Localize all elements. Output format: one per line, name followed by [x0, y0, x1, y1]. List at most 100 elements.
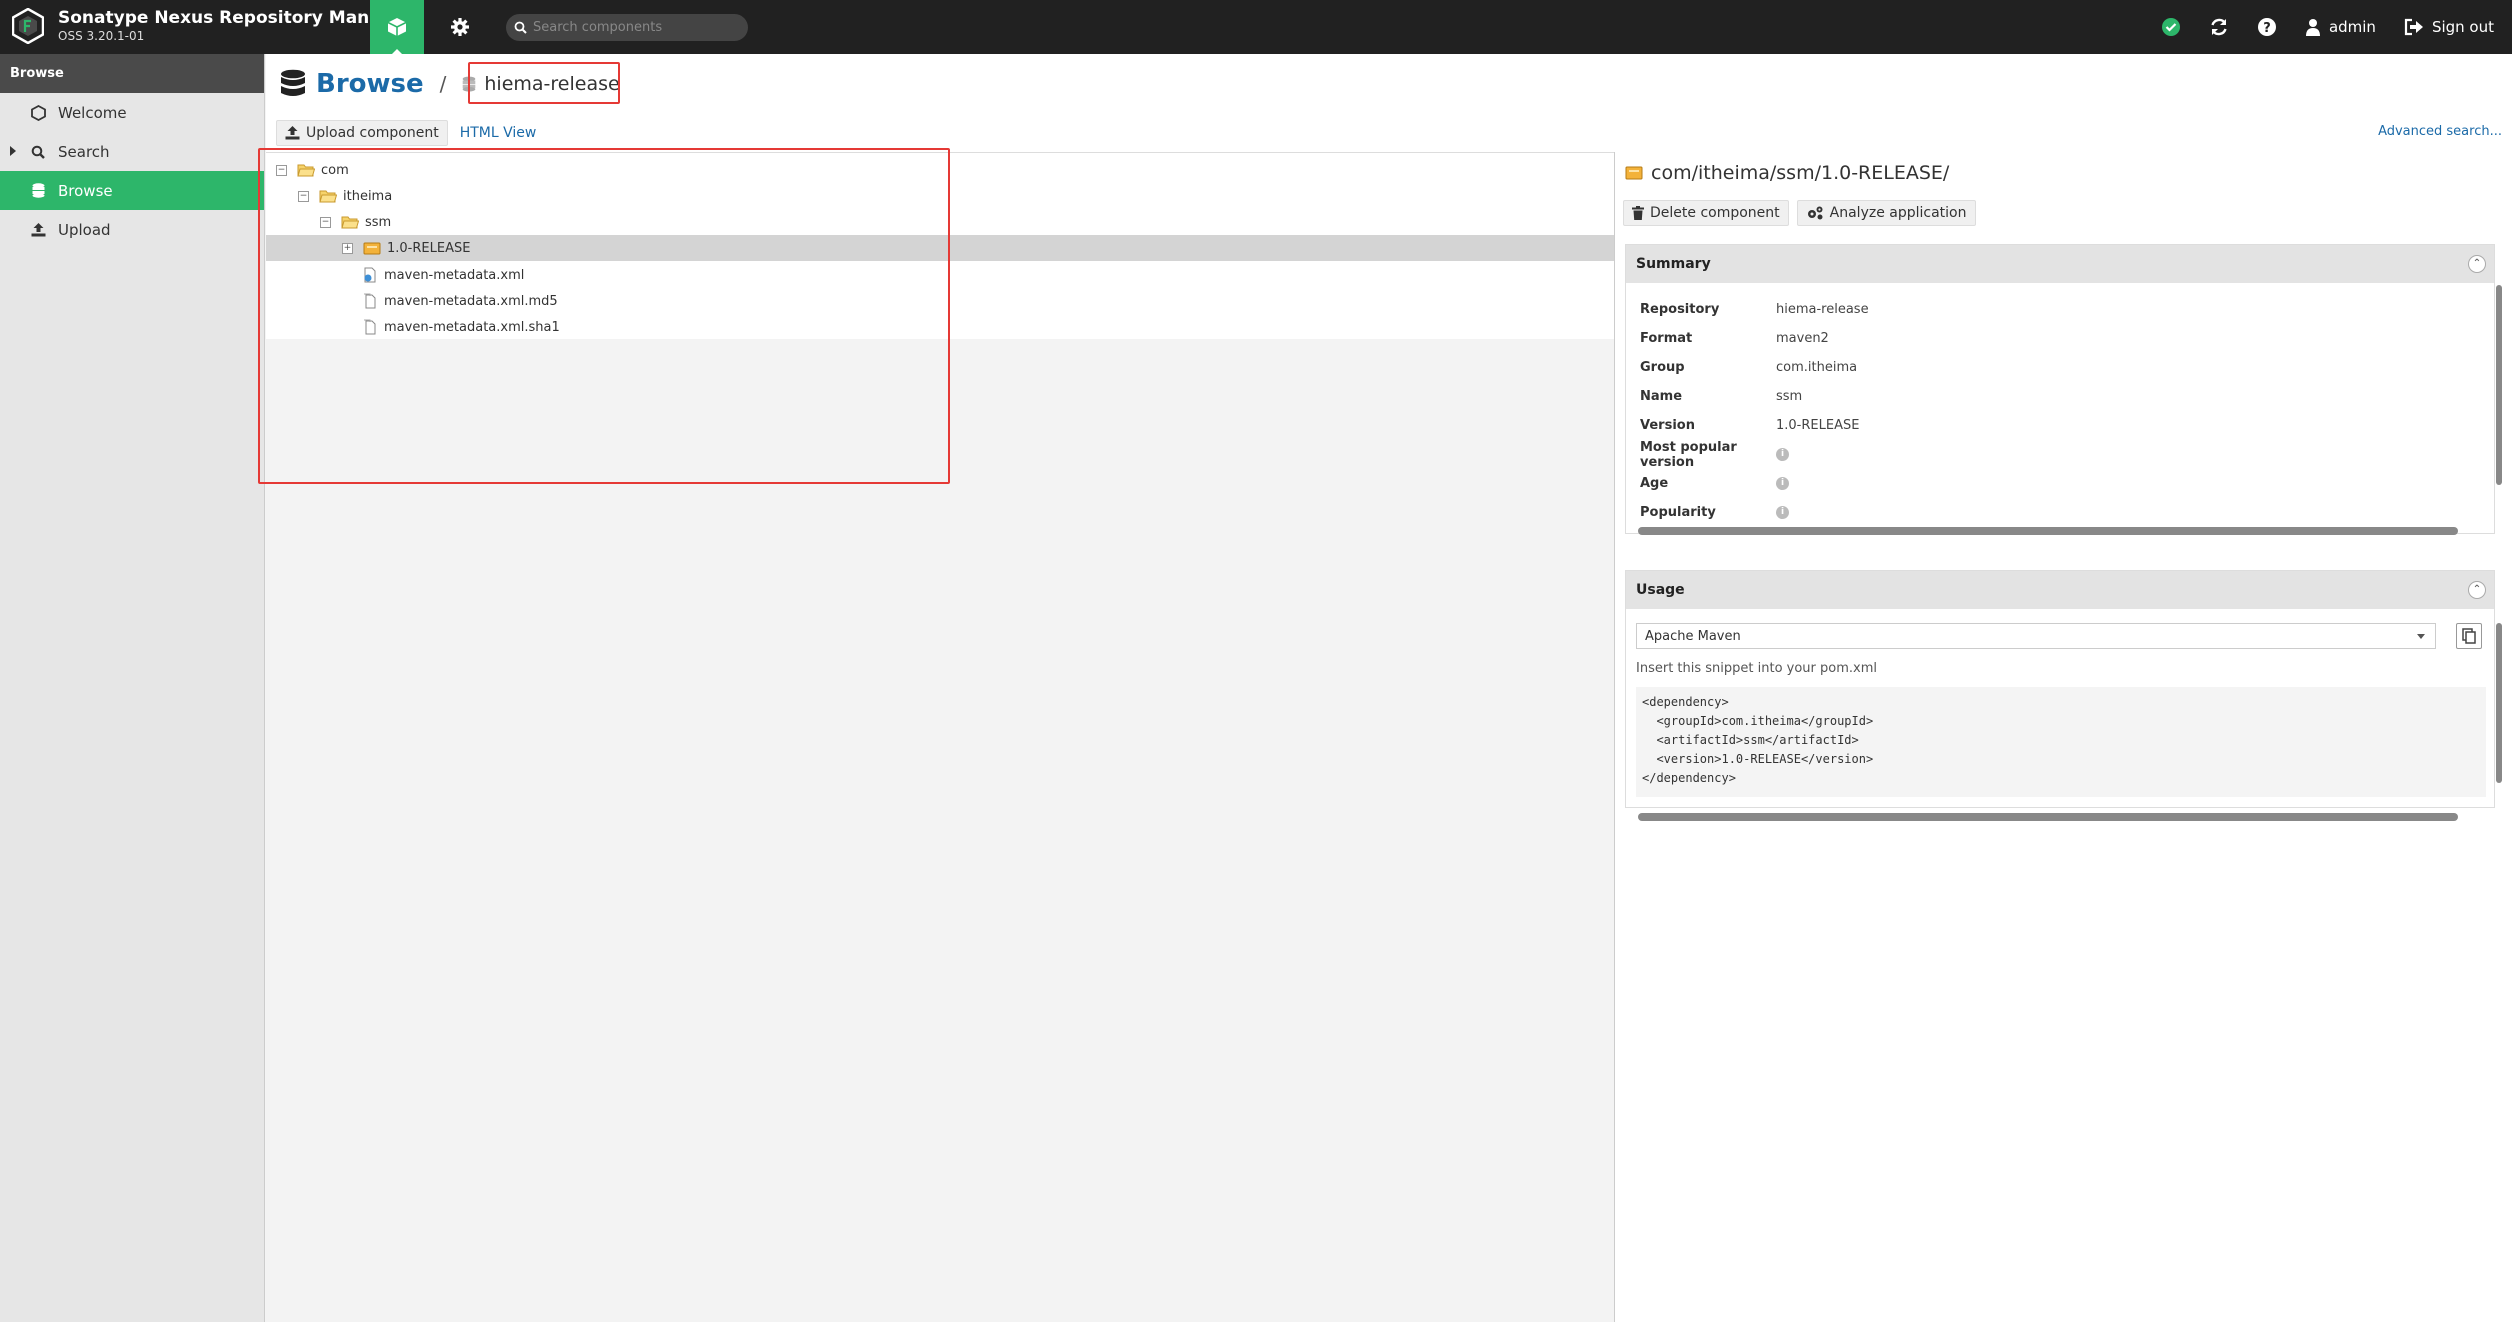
- repository-highlight-box: [468, 62, 620, 104]
- sidebar-item-upload[interactable]: Upload: [0, 210, 264, 249]
- advanced-search-link[interactable]: Advanced search...: [2378, 124, 2502, 139]
- build-tool-select[interactable]: Apache Maven: [1636, 623, 2436, 649]
- global-search-input[interactable]: [533, 20, 743, 35]
- field-value: maven2: [1776, 331, 1829, 346]
- summary-row: Group com.itheima: [1626, 353, 2494, 382]
- sidebar-item-browse[interactable]: Browse: [0, 171, 264, 210]
- delete-component-button[interactable]: Delete component: [1623, 200, 1789, 226]
- delete-component-label: Delete component: [1650, 205, 1780, 221]
- summary-row: Format maven2: [1626, 324, 2494, 353]
- user-menu[interactable]: admin: [2305, 18, 2376, 36]
- refresh-button[interactable]: [2209, 17, 2229, 37]
- sidebar-heading: Browse: [0, 54, 264, 93]
- field-value: ssm: [1776, 389, 1803, 404]
- database-icon: [281, 69, 305, 96]
- global-search-box[interactable]: [506, 14, 748, 41]
- refresh-icon: [2211, 18, 2227, 36]
- analyze-application-button[interactable]: Analyze application: [1796, 200, 1976, 226]
- gears-icon: [1807, 206, 1823, 220]
- usage-horizontal-scrollbar[interactable]: [1638, 813, 2458, 821]
- summary-row: Age i: [1626, 469, 2494, 498]
- info-icon[interactable]: i: [1776, 506, 1789, 519]
- upload-component-label: Upload component: [306, 125, 439, 141]
- tree-highlight-box: [258, 148, 950, 484]
- usage-hint: Insert this snippet into your pom.xml: [1636, 661, 1877, 676]
- field-value: 1.0-RELEASE: [1776, 418, 1860, 433]
- svg-text:?: ?: [2263, 21, 2271, 36]
- sidebar-item-label: Upload: [58, 220, 111, 239]
- collapse-up-icon[interactable]: ⌃: [2468, 581, 2486, 599]
- component-detail-pane: com/itheima/ssm/1.0-RELEASE/ Delete comp…: [1614, 152, 2512, 1322]
- build-tool-selected: Apache Maven: [1645, 628, 1741, 644]
- usage-heading: Usage: [1636, 582, 1685, 598]
- cube-icon: [387, 18, 407, 36]
- signout-icon: [2404, 18, 2423, 36]
- field-key: Group: [1640, 360, 1685, 375]
- top-bar: Sonatype Nexus Repository Manager OSS 3.…: [0, 0, 2512, 54]
- component-actions: Delete component Analyze application: [1623, 200, 1976, 226]
- trash-icon: [1632, 206, 1644, 220]
- brand[interactable]: Sonatype Nexus Repository Manager OSS 3.…: [12, 8, 413, 44]
- sidebar: Browse Welcome Search Browse Upload: [0, 54, 265, 1322]
- expand-arrow-icon[interactable]: [10, 146, 16, 156]
- help-button[interactable]: ?: [2257, 17, 2277, 37]
- summary-vertical-scrollbar[interactable]: [2496, 285, 2502, 485]
- field-value: com.itheima: [1776, 360, 1858, 375]
- help-icon: ?: [2257, 18, 2276, 36]
- field-key: Name: [1640, 389, 1683, 404]
- usage-panel-header[interactable]: Usage ⌃: [1626, 571, 2494, 609]
- summary-row: Repository hiema-release: [1626, 295, 2494, 324]
- nexus-logo-icon: [12, 8, 44, 44]
- signout-label: Sign out: [2431, 18, 2494, 36]
- summary-fields: Repository hiema-release Format maven2 Gro…: [1626, 283, 2494, 527]
- browse-toolbar: Upload component HTML View Advanced sear…: [276, 118, 2512, 148]
- info-icon[interactable]: i: [1776, 448, 1789, 461]
- component-path: com/itheima/ssm/1.0-RELEASE/: [1651, 162, 1950, 184]
- upload-component-button[interactable]: Upload component: [276, 120, 448, 146]
- username: admin: [2328, 18, 2376, 36]
- component-path-title: com/itheima/ssm/1.0-RELEASE/: [1625, 162, 1949, 184]
- search-icon: [514, 21, 527, 34]
- sidebar-item-label: Welcome: [58, 103, 127, 122]
- usage-vertical-scrollbar[interactable]: [2496, 623, 2502, 783]
- summary-row: Most popular version i: [1626, 439, 2494, 470]
- upload-icon: [30, 222, 46, 238]
- upload-icon: [285, 126, 300, 140]
- collapse-up-icon[interactable]: ⌃: [2468, 255, 2486, 273]
- gear-icon: [451, 18, 469, 36]
- analyze-application-label: Analyze application: [1829, 205, 1967, 221]
- admin-mode-button[interactable]: [438, 0, 482, 54]
- signout-button[interactable]: Sign out: [2404, 18, 2494, 36]
- database-icon: [30, 183, 46, 199]
- sidebar-item-label: Browse: [58, 181, 113, 200]
- summary-row: Version 1.0-RELEASE: [1626, 411, 2494, 440]
- field-value: hiema-release: [1776, 302, 1869, 317]
- field-key: Version: [1640, 418, 1695, 433]
- page-title[interactable]: Browse: [316, 69, 424, 99]
- info-icon[interactable]: i: [1776, 477, 1789, 490]
- sidebar-item-label: Search: [58, 142, 110, 161]
- copy-icon: [2462, 628, 2476, 644]
- chevron-down-icon: [2417, 634, 2425, 639]
- search-icon: [30, 144, 46, 160]
- summary-row: Popularity i: [1626, 498, 2494, 527]
- dependency-snippet[interactable]: <dependency> <groupId>com.itheima</group…: [1636, 687, 2486, 797]
- field-key: Format: [1640, 331, 1693, 346]
- summary-row: Name ssm: [1626, 382, 2494, 411]
- system-status[interactable]: [2161, 17, 2181, 37]
- status-ok-icon: [2161, 18, 2180, 36]
- summary-heading: Summary: [1636, 256, 1711, 272]
- sidebar-item-search[interactable]: Search: [0, 132, 264, 171]
- field-key: Popularity: [1640, 505, 1716, 520]
- user-icon: [2305, 19, 2320, 36]
- field-key: Repository: [1640, 302, 1720, 317]
- html-view-link[interactable]: HTML View: [460, 125, 537, 141]
- field-key: Most popular version: [1640, 439, 1737, 470]
- summary-panel: Summary ⌃ Repository hiema-release Format…: [1625, 244, 2502, 535]
- browse-mode-button[interactable]: [370, 0, 424, 54]
- copy-snippet-button[interactable]: [2456, 623, 2482, 649]
- usage-panel: Usage ⌃ Apache Maven Insert this snippet…: [1625, 570, 2502, 821]
- summary-panel-header[interactable]: Summary ⌃: [1626, 245, 2494, 283]
- summary-horizontal-scrollbar[interactable]: [1638, 527, 2458, 535]
- sidebar-item-welcome[interactable]: Welcome: [0, 93, 264, 132]
